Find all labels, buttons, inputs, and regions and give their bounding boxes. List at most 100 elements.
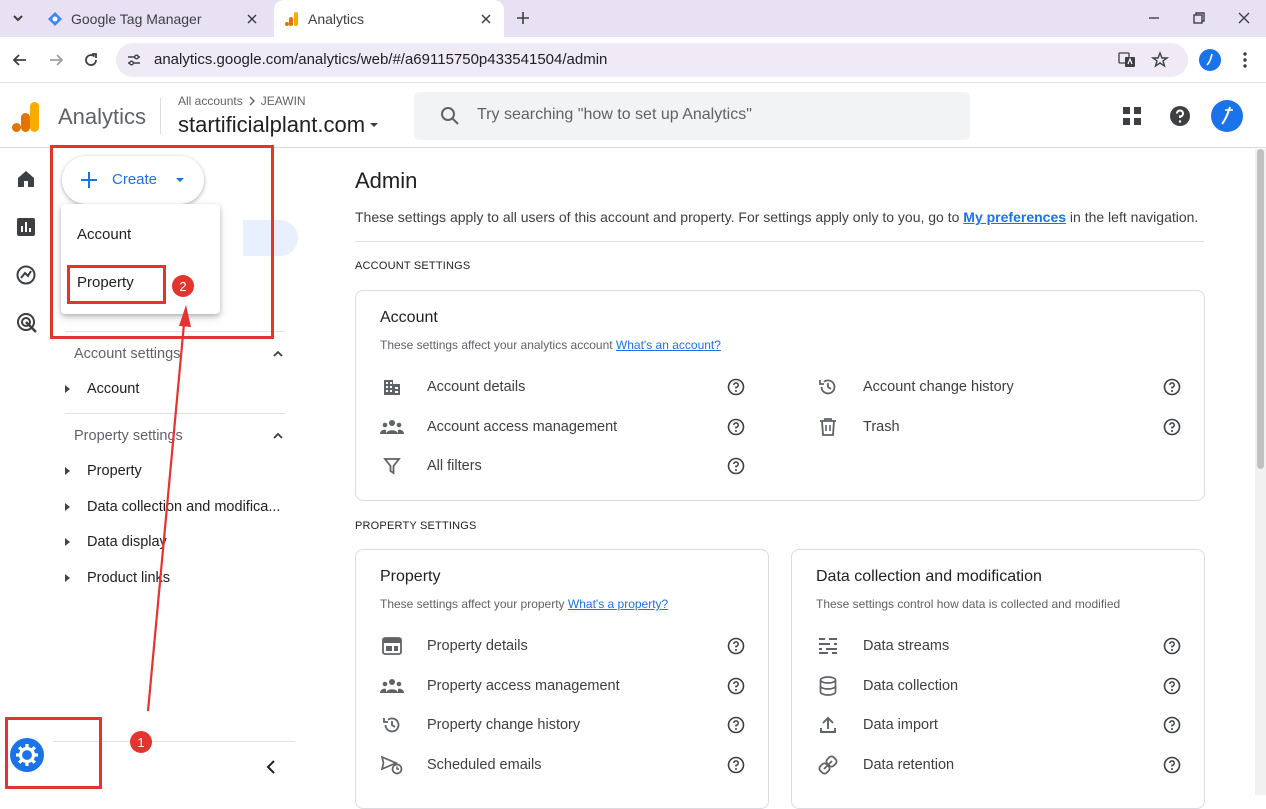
account-access-management-row[interactable]: Account access management <box>380 415 617 439</box>
card-subtitle: These settings affect your property What… <box>380 597 668 611</box>
property-access-management-row[interactable]: Property access management <box>380 674 620 698</box>
annotation-badge-2: 2 <box>172 275 194 297</box>
help-circle-icon[interactable] <box>727 378 745 396</box>
home-icon[interactable] <box>16 169 36 189</box>
nav-item-label: Account <box>87 381 140 397</box>
explore-icon[interactable] <box>16 265 36 285</box>
account-details-row[interactable]: Account details <box>380 375 525 399</box>
chevron-up-icon[interactable] <box>271 429 285 443</box>
nav-item-data-display[interactable]: Data display <box>65 534 167 550</box>
nav-item-label: Data display <box>87 534 167 550</box>
new-tab-icon[interactable] <box>515 10 531 26</box>
retention-icon <box>816 753 840 777</box>
translate-icon[interactable] <box>1118 51 1136 69</box>
nav-item-account[interactable]: Account <box>65 381 139 397</box>
property-settings-header[interactable]: Property settings <box>74 428 183 444</box>
data-retention-row[interactable]: Data retention <box>816 753 954 777</box>
apps-grid-icon[interactable] <box>1122 106 1142 126</box>
row-label: Account details <box>427 379 526 395</box>
account-settings-header[interactable]: Account settings <box>74 346 180 362</box>
whats-a-property-link[interactable]: What's a property? <box>568 597 668 611</box>
nav-item-product-links[interactable]: Product links <box>65 570 170 586</box>
help-icon[interactable] <box>1169 105 1191 127</box>
scheduled-send-icon <box>380 753 404 777</box>
account-avatar[interactable] <box>1211 100 1243 132</box>
url-text: analytics.google.com/analytics/web/#/a69… <box>154 51 608 68</box>
header-divider <box>160 98 161 134</box>
scrollbar-thumb[interactable] <box>1257 149 1264 469</box>
tab-analytics[interactable]: Analytics <box>274 0 504 37</box>
help-circle-icon[interactable] <box>727 677 745 695</box>
help-circle-icon[interactable] <box>1163 418 1181 436</box>
reload-icon[interactable] <box>82 51 100 69</box>
history-icon <box>380 713 404 737</box>
more-vert-icon[interactable] <box>1238 51 1252 69</box>
filter-icon <box>380 454 404 478</box>
scheduled-emails-row[interactable]: Scheduled emails <box>380 753 541 777</box>
address-bar[interactable]: analytics.google.com/analytics/web/#/a69… <box>116 43 1188 77</box>
back-arrow-icon[interactable] <box>11 51 29 69</box>
profile-avatar[interactable] <box>1199 49 1221 71</box>
tab-title: Analytics <box>308 10 365 27</box>
data-collection-row[interactable]: Data collection <box>816 674 958 698</box>
row-label: Data import <box>863 717 938 733</box>
caret-down-icon <box>370 123 379 127</box>
minimize-icon[interactable] <box>1146 10 1162 26</box>
search-icon <box>441 107 459 125</box>
breadcrumb[interactable]: All accounts JEAWIN <box>178 94 306 108</box>
window-close-icon[interactable] <box>1236 10 1252 26</box>
help-circle-icon[interactable] <box>1163 716 1181 734</box>
data-collection-card: Data collection and modification These s… <box>791 549 1205 809</box>
all-filters-row[interactable]: All filters <box>380 454 482 478</box>
property-details-row[interactable]: Property details <box>380 634 528 658</box>
help-circle-icon[interactable] <box>1163 378 1181 396</box>
account-settings-section-label: ACCOUNT SETTINGS <box>355 260 471 272</box>
data-streams-row[interactable]: Data streams <box>816 634 949 658</box>
help-circle-icon[interactable] <box>727 418 745 436</box>
site-info-icon[interactable] <box>126 52 142 68</box>
star-icon[interactable] <box>1151 51 1169 69</box>
help-circle-icon[interactable] <box>1163 677 1181 695</box>
close-icon[interactable] <box>246 13 258 25</box>
nav-item-property[interactable]: Property <box>65 463 142 479</box>
analytics-logo-icon <box>12 102 39 132</box>
tab-google-tag-manager[interactable]: Google Tag Manager <box>38 0 270 37</box>
breadcrumb-account[interactable]: JEAWIN <box>261 94 306 108</box>
help-circle-icon[interactable] <box>1163 637 1181 655</box>
advertising-icon[interactable] <box>16 312 38 334</box>
page-description: These settings apply to all users of thi… <box>355 209 1198 225</box>
account-change-history-row[interactable]: Account change history <box>816 375 1014 399</box>
help-circle-icon[interactable] <box>727 637 745 655</box>
group-icon <box>380 415 404 439</box>
my-preferences-link[interactable]: My preferences <box>963 209 1066 225</box>
collapse-nav-icon[interactable] <box>263 759 279 775</box>
tag-manager-icon <box>48 11 62 26</box>
account-settings-card: Account These settings affect your analy… <box>355 290 1205 501</box>
row-label: All filters <box>427 458 482 474</box>
caret-right-icon <box>65 503 70 511</box>
card-subtitle: These settings affect your analytics acc… <box>380 338 721 352</box>
forward-arrow-icon[interactable] <box>47 51 65 69</box>
nav-item-label: Data collection and modifica... <box>87 499 281 515</box>
whats-an-account-link[interactable]: What's an account? <box>616 338 721 352</box>
help-circle-icon[interactable] <box>727 716 745 734</box>
property-change-history-row[interactable]: Property change history <box>380 713 580 737</box>
chevron-up-icon[interactable] <box>271 347 285 361</box>
tab-search-button[interactable] <box>8 8 28 28</box>
help-circle-icon[interactable] <box>727 756 745 774</box>
close-icon[interactable] <box>480 13 492 25</box>
property-settings-section-label: PROPERTY SETTINGS <box>355 520 477 532</box>
help-circle-icon[interactable] <box>727 457 745 475</box>
help-circle-icon[interactable] <box>1163 756 1181 774</box>
reports-icon[interactable] <box>16 217 36 237</box>
row-label: Data retention <box>863 757 955 773</box>
property-selector[interactable]: startificialplant.com <box>178 112 381 138</box>
nav-item-data-collection[interactable]: Data collection and modifica... <box>65 499 280 515</box>
trash-row[interactable]: Trash <box>816 415 900 439</box>
restore-icon[interactable] <box>1191 10 1207 26</box>
row-label: Account access management <box>427 419 618 435</box>
data-import-row[interactable]: Data import <box>816 713 938 737</box>
card-title: Account <box>380 309 438 326</box>
breadcrumb-root[interactable]: All accounts <box>178 94 243 108</box>
search-box[interactable]: Try searching "how to set up Analytics" <box>414 92 970 140</box>
